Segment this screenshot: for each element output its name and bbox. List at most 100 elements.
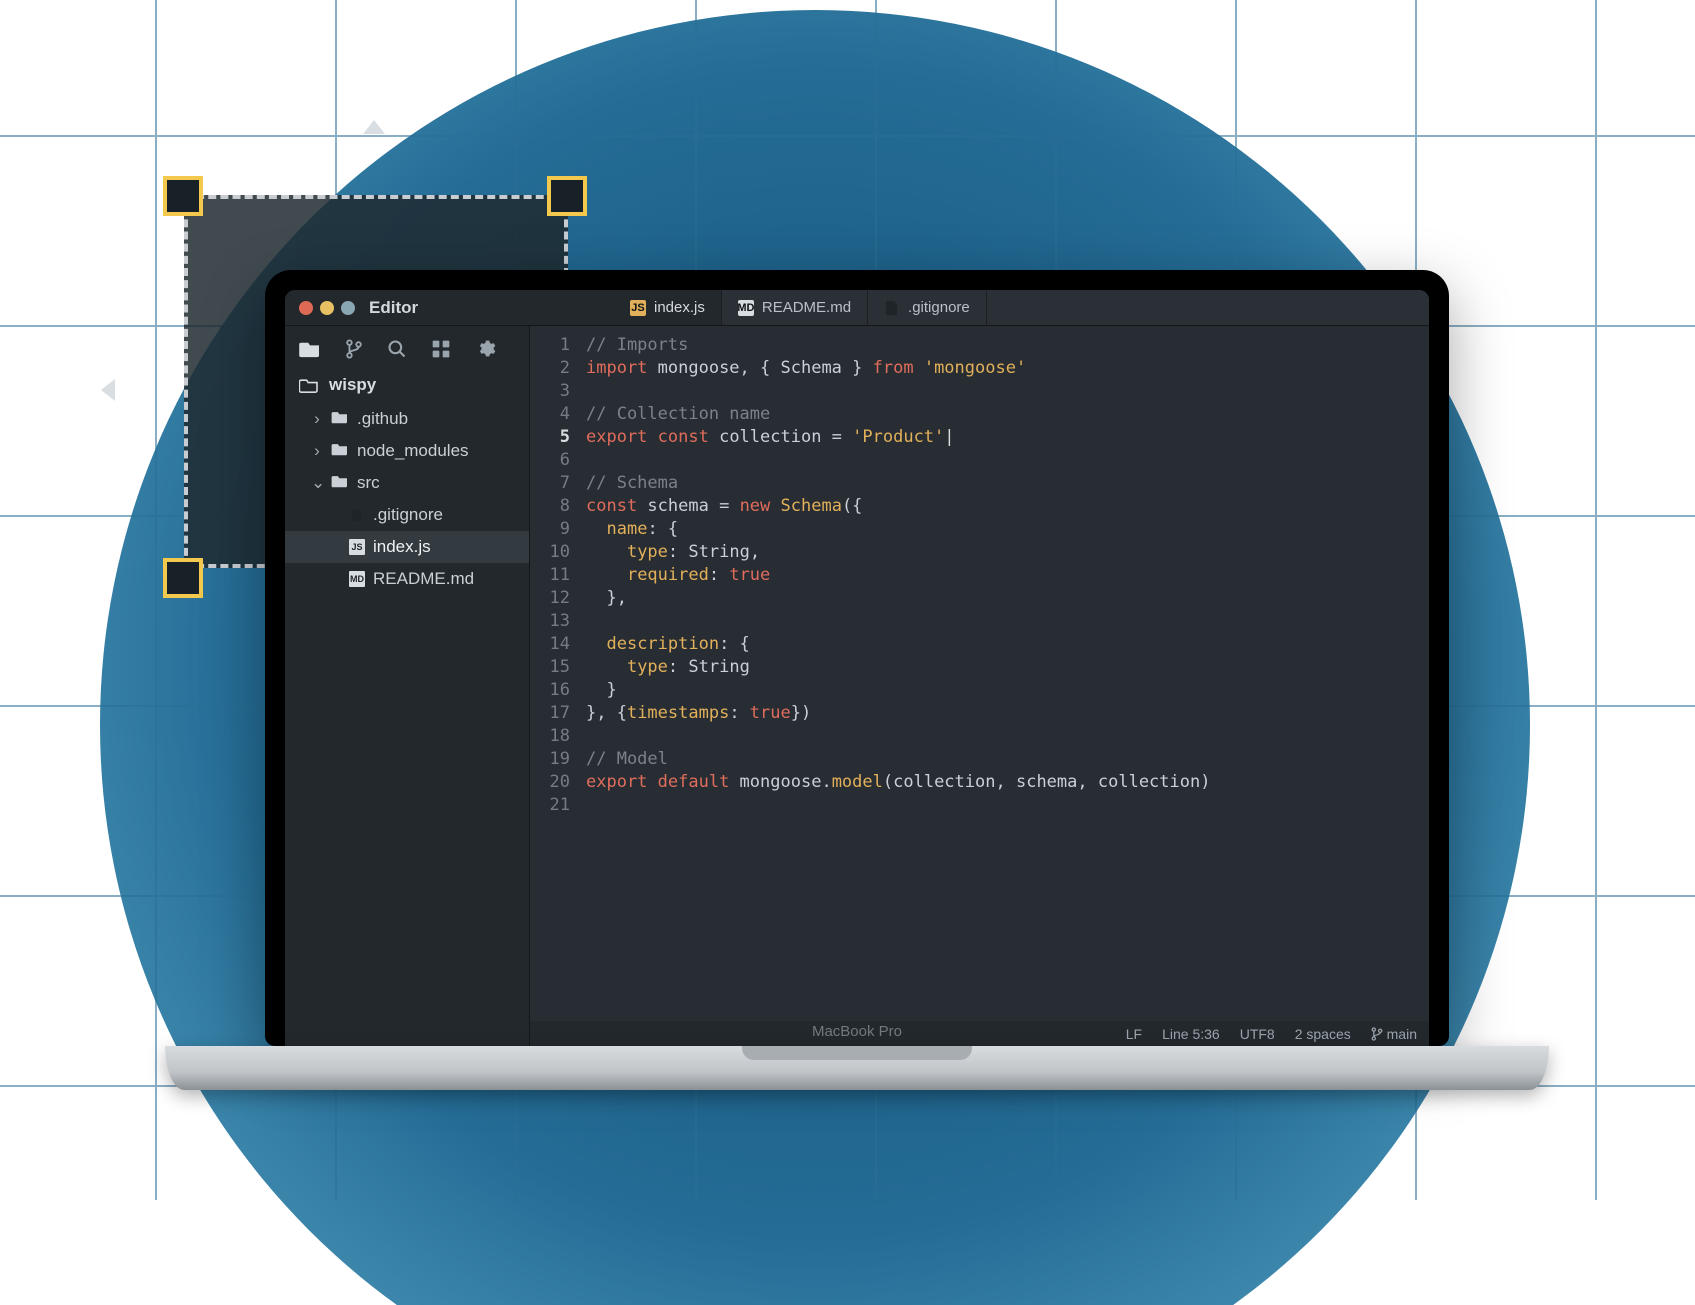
tab-index-js[interactable]: JS index.js — [614, 290, 722, 325]
line-number: 9 — [530, 518, 570, 541]
file-icon — [884, 300, 900, 316]
project-name: wispy — [329, 375, 376, 395]
code-line — [586, 610, 1429, 633]
maximize-window-button[interactable] — [341, 301, 355, 315]
line-number: 5 — [530, 426, 570, 449]
line-number: 7 — [530, 472, 570, 495]
code-line: // Collection name — [586, 403, 1429, 426]
titlebar: Editor JS index.js MD README.md .gitignore — [285, 290, 1429, 326]
line-number: 21 — [530, 794, 570, 817]
folder--github[interactable]: › .github — [285, 403, 529, 435]
settings-icon[interactable] — [475, 338, 496, 359]
file-icon — [349, 507, 365, 523]
sidebar-toolbar — [285, 326, 529, 371]
editor-pane: 123456789101112131415161718192021 // Imp… — [530, 326, 1429, 1046]
code-line: required: true — [586, 564, 1429, 587]
file-tree: › .github › node_modules ⌄src .gitignore JS ind… — [285, 403, 529, 595]
line-number: 12 — [530, 587, 570, 610]
minimize-window-button[interactable] — [320, 301, 334, 315]
laptop-frame: Editor JS index.js MD README.md .gitignore — [265, 270, 1449, 1090]
tree-item-label: README.md — [373, 569, 474, 589]
code-line — [586, 449, 1429, 472]
code-line: const schema = new Schema({ — [586, 495, 1429, 518]
line-number: 14 — [530, 633, 570, 656]
folder-icon — [331, 441, 349, 461]
line-number: 18 — [530, 725, 570, 748]
tree-item-label: node_modules — [357, 441, 469, 461]
tab-label: index.js — [654, 299, 705, 316]
code-line: export const collection = 'Product'| — [586, 426, 1429, 449]
tree-item-label: index.js — [373, 537, 431, 557]
chevron-right-icon[interactable]: › — [311, 441, 323, 461]
laptop-base — [165, 1046, 1549, 1090]
line-number: 16 — [530, 679, 570, 702]
window-title: Editor — [369, 290, 614, 325]
code-line: // Schema — [586, 472, 1429, 495]
line-number: 15 — [530, 656, 570, 679]
resize-handle-top-right — [551, 180, 583, 212]
laptop-notch — [742, 1046, 972, 1060]
code-line: type: String — [586, 656, 1429, 679]
sidebar: wispy › .github › node_modules ⌄src .gitignor… — [285, 326, 530, 1046]
search-icon[interactable] — [387, 339, 407, 359]
file-readme-md[interactable]: MD README.md — [285, 563, 529, 595]
line-number: 6 — [530, 449, 570, 472]
file-icon: JS — [349, 539, 365, 555]
line-number: 17 — [530, 702, 570, 725]
folder-node_modules[interactable]: › node_modules — [285, 435, 529, 467]
code-line — [586, 725, 1429, 748]
code-line — [586, 794, 1429, 817]
tab-readme-md[interactable]: MD README.md — [722, 290, 868, 325]
line-gutter: 123456789101112131415161718192021 — [530, 334, 586, 1021]
tab-label: .gitignore — [908, 299, 970, 316]
code-line — [586, 380, 1429, 403]
line-number: 11 — [530, 564, 570, 587]
tree-item-label: .gitignore — [373, 505, 443, 525]
tab-label: README.md — [762, 299, 851, 316]
code-lines: // Importsimport mongoose, { Schema } fr… — [586, 334, 1429, 1021]
folder-icon — [331, 473, 349, 493]
code-area[interactable]: 123456789101112131415161718192021 // Imp… — [530, 326, 1429, 1021]
file-icon: MD — [349, 571, 365, 587]
code-line: name: { — [586, 518, 1429, 541]
code-line: description: { — [586, 633, 1429, 656]
code-line: type: String, — [586, 541, 1429, 564]
code-line: }, — [586, 587, 1429, 610]
branch-icon[interactable] — [345, 339, 363, 359]
code-line: }, {timestamps: true}) — [586, 702, 1429, 725]
project-root[interactable]: wispy — [285, 371, 529, 403]
resize-handle-bottom-left — [167, 562, 199, 594]
line-number: 4 — [530, 403, 570, 426]
file--gitignore[interactable]: .gitignore — [285, 499, 529, 531]
chevron-left-icon — [101, 379, 115, 401]
chevron-down-icon[interactable]: ⌄ — [311, 473, 323, 493]
line-number: 10 — [530, 541, 570, 564]
code-line: } — [586, 679, 1429, 702]
resize-handle-top-left — [167, 180, 199, 212]
line-number: 8 — [530, 495, 570, 518]
editor-window: Editor JS index.js MD README.md .gitignore — [285, 290, 1429, 1046]
chevron-up-icon — [363, 120, 385, 134]
close-window-button[interactable] — [299, 301, 313, 315]
folder-icon — [331, 409, 349, 429]
line-number: 1 — [530, 334, 570, 357]
file-icon: MD — [738, 300, 754, 316]
files-icon[interactable] — [299, 340, 321, 358]
extensions-icon[interactable] — [431, 339, 451, 359]
tab--gitignore[interactable]: .gitignore — [868, 290, 987, 325]
file-icon: JS — [630, 300, 646, 316]
folder-src[interactable]: ⌄src — [285, 467, 529, 499]
laptop-label: MacBook Pro — [265, 1023, 1449, 1040]
tree-item-label: .github — [357, 409, 408, 429]
line-number: 20 — [530, 771, 570, 794]
code-line: // Imports — [586, 334, 1429, 357]
file-index-js[interactable]: JS index.js — [285, 531, 529, 563]
line-number: 2 — [530, 357, 570, 380]
code-line: // Model — [586, 748, 1429, 771]
line-number: 13 — [530, 610, 570, 633]
code-line: export default mongoose.model(collection… — [586, 771, 1429, 794]
tab-bar: JS index.js MD README.md .gitignore — [614, 290, 1429, 325]
line-number: 19 — [530, 748, 570, 771]
chevron-right-icon[interactable]: › — [311, 409, 323, 429]
code-line: import mongoose, { Schema } from 'mongoo… — [586, 357, 1429, 380]
